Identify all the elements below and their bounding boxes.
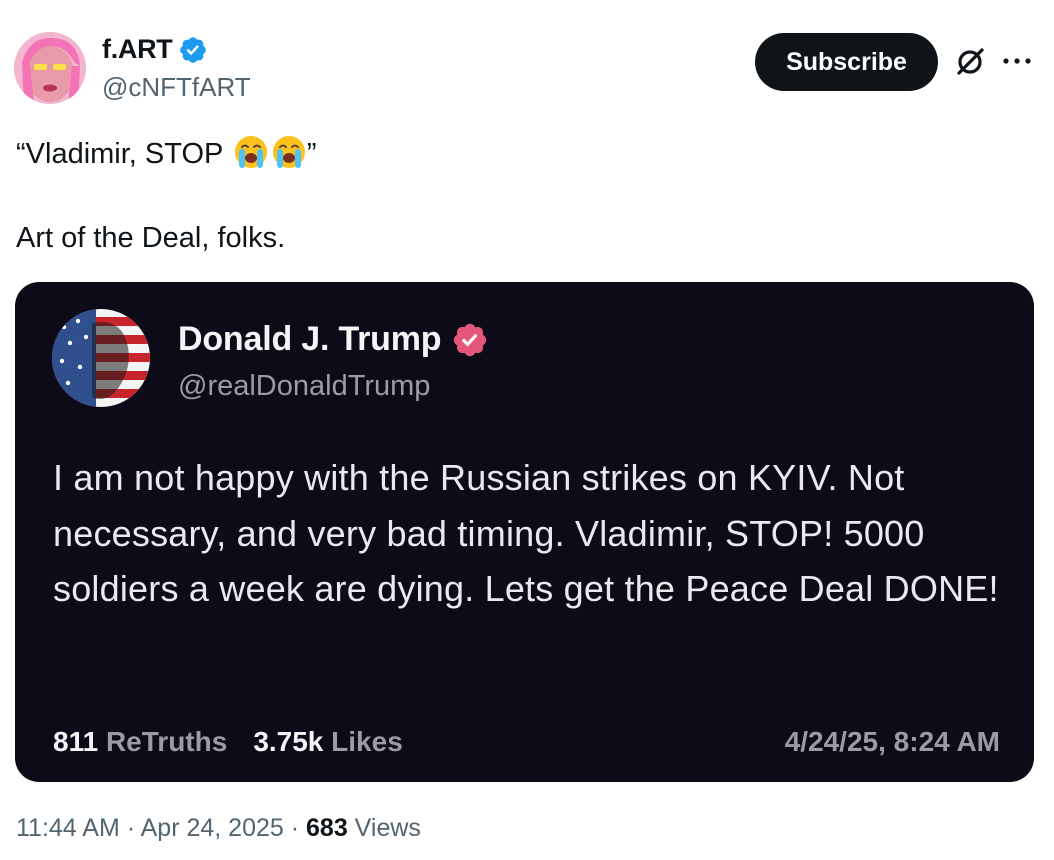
embed-likes-count: 3.75k (253, 726, 324, 757)
embed-stats: 811 ReTruths 3.75k Likes (53, 726, 403, 758)
subscribe-button[interactable]: Subscribe (755, 33, 938, 91)
tweet-time[interactable]: 11:44 AM (16, 814, 120, 842)
pink-character-avatar-icon (14, 32, 86, 104)
loudly-crying-face-icon (234, 136, 267, 168)
embed-retruths-stat: 811 ReTruths (53, 726, 227, 758)
views-count[interactable]: 683 (306, 814, 348, 842)
tweet-quote-text: “Vladimir, STOP (16, 138, 231, 170)
author-name-row: f.ART (102, 34, 208, 65)
verified-badge-icon (180, 36, 207, 63)
tweet-text-line-1: “Vladimir, STOP ” (16, 134, 317, 171)
embed-post-body: I am not happy with the Russian strikes … (53, 457, 999, 609)
embed-likes-stat: 3.75k Likes (253, 726, 402, 758)
embed-avatar (52, 309, 150, 407)
embed-timestamp: 4/24/25, 8:24 AM (784, 726, 1000, 757)
tweet-meta: 11:44 AM · Apr 24, 2025 · 683 Views (16, 814, 421, 843)
tweet-text-line-2: Art of the Deal, folks. (16, 222, 286, 254)
tweet-date[interactable]: Apr 24, 2025 (141, 814, 284, 842)
loudly-crying-face-icon (272, 136, 305, 168)
meta-separator: · (283, 814, 307, 842)
author-handle[interactable]: @cNFTfART (102, 72, 251, 103)
embed-retruths-label: ReTruths (105, 726, 228, 757)
embed-verified-badge-icon (454, 323, 487, 356)
embed-display-name: Donald J. Trump (178, 320, 442, 358)
tweet-media-image[interactable]: Donald J. Trump @realDonaldTrump I am no… (15, 282, 1034, 782)
views-label: Views (347, 814, 421, 842)
grok-icon[interactable] (952, 44, 988, 80)
embed-retruths-count: 811 (53, 726, 99, 757)
flag-portrait-avatar-icon (52, 309, 150, 407)
embed-likes-label: Likes (331, 726, 403, 757)
author-avatar[interactable] (14, 32, 86, 104)
embed-handle: @realDonaldTrump (178, 370, 431, 402)
more-options-icon[interactable] (1000, 46, 1034, 76)
meta-separator: · (119, 814, 141, 842)
embed-name-row: Donald J. Trump (178, 320, 489, 359)
tweet-quote-close: ” (306, 138, 317, 170)
author-display-name[interactable]: f.ART (102, 34, 173, 65)
